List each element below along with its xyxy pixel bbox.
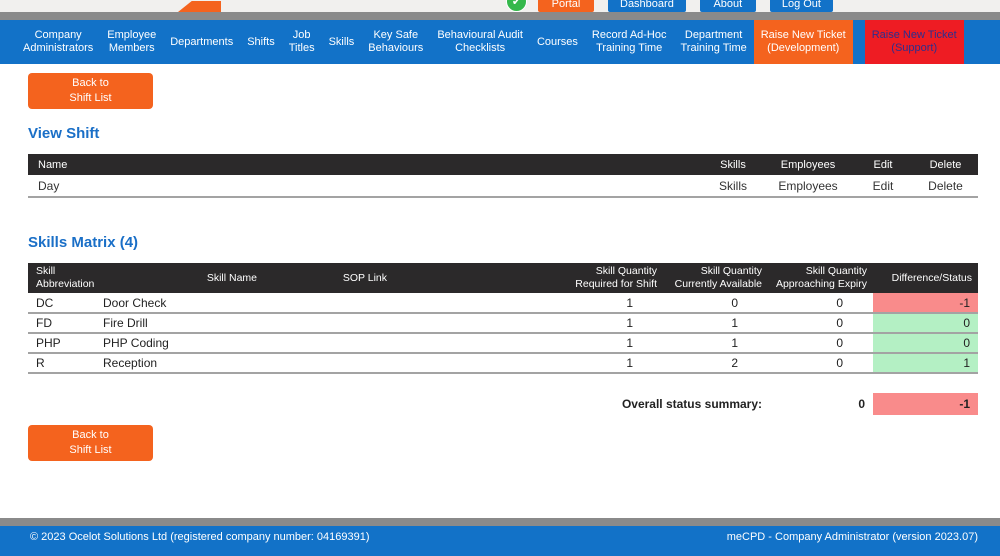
skills-matrix-column-header: Skill Quantity Approaching Expiry [768, 263, 873, 293]
skills-matrix-column-header: Skill Abbreviation [28, 263, 103, 293]
back-to-shift-list-button-top[interactable]: Back to Shift List [28, 73, 153, 109]
skill-abbreviation: R [28, 353, 103, 373]
skills-matrix-header-row: Skill AbbreviationSkill NameSOP LinkSkil… [28, 263, 978, 293]
skills-matrix-column-header: SOP Link [263, 263, 393, 293]
skills-matrix-column-header: Skill Quantity Currently Available [663, 263, 768, 293]
required-quantity: 1 [393, 333, 663, 353]
skill-name: Fire Drill [103, 313, 263, 333]
edit-link[interactable]: Edit [853, 175, 913, 197]
delete-link[interactable]: Delete [913, 175, 978, 197]
portal-button[interactable]: Portal [538, 0, 594, 12]
employees-link[interactable]: Employees [763, 175, 853, 197]
skills-matrix-row: PHPPHP Coding1100 [28, 333, 978, 353]
footer-divider-bar [0, 518, 1000, 526]
status-value: 0 [873, 333, 978, 353]
skill-abbreviation: DC [28, 293, 103, 313]
sop-link [263, 353, 393, 373]
available-quantity: 1 [663, 313, 768, 333]
shift-name: Day [28, 175, 703, 197]
nav-item-skills[interactable]: Skills [322, 20, 362, 64]
skills-matrix-row: DCDoor Check100-1 [28, 293, 978, 313]
main-nav: Company AdministratorsEmployee MembersDe… [0, 20, 1000, 64]
skills-matrix-body: DCDoor Check100-1FDFire Drill1100PHPPHP … [28, 293, 978, 373]
summary-value: 0 [768, 393, 873, 415]
available-quantity: 1 [663, 333, 768, 353]
skills-matrix-row: FDFire Drill1100 [28, 313, 978, 333]
nav-item-company-administrators[interactable]: Company Administrators [16, 20, 100, 64]
required-quantity: 1 [393, 293, 663, 313]
skills-link[interactable]: Skills [703, 175, 763, 197]
skills-matrix-row: RReception1201 [28, 353, 978, 373]
expiring-quantity: 0 [768, 353, 873, 373]
column-header-name: Name [28, 154, 703, 175]
status-value: -1 [873, 293, 978, 313]
footer-bar: © 2023 Ocelot Solutions Ltd (registered … [0, 526, 1000, 556]
summary-row: Overall status summary: 0 -1 [28, 393, 978, 415]
expiring-quantity: 0 [768, 293, 873, 313]
page-content: Back to Shift List View Shift Name Skill… [0, 73, 1000, 461]
column-header-skills: Skills [703, 154, 763, 175]
nav-item-job-titles[interactable]: Job Titles [282, 20, 322, 64]
spacer-row [28, 373, 978, 393]
view-shift-table: Name Skills Employees Edit Delete Day Sk… [28, 154, 978, 198]
skill-name: Door Check [103, 293, 263, 313]
required-quantity: 1 [393, 353, 663, 373]
view-shift-header-row: Name Skills Employees Edit Delete [28, 154, 978, 175]
status-value: 0 [873, 313, 978, 333]
header-divider-bar [0, 12, 1000, 20]
nav-item-courses[interactable]: Courses [530, 20, 585, 64]
about-button[interactable]: About [700, 0, 756, 12]
footer-app-version: meCPD - Company Administrator (version 2… [727, 531, 978, 543]
skills-matrix-column-header: Skill Name [103, 263, 263, 293]
nav-item-departments[interactable]: Departments [163, 20, 240, 64]
nav-item-behavioural-audit-checklists[interactable]: Behavioural Audit Checklists [430, 20, 530, 64]
nav-item-raise-new-ticket-development[interactable]: Raise New Ticket (Development) [754, 20, 853, 64]
topbar-buttons: Portal Dashboard About Log Out [538, 0, 833, 12]
column-header-edit: Edit [853, 154, 913, 175]
shift-row: Day Skills Employees Edit Delete [28, 175, 978, 197]
footer-copyright: © 2023 Ocelot Solutions Ltd (registered … [30, 531, 370, 543]
summary-label: Overall status summary: [28, 393, 768, 415]
skill-name: Reception [103, 353, 263, 373]
summary-status-value: -1 [873, 393, 978, 415]
top-strip: ✔ Portal Dashboard About Log Out [0, 0, 1000, 12]
nav-item-record-ad-hoc-training-time[interactable]: Record Ad-Hoc Training Time [585, 20, 674, 64]
dashboard-button[interactable]: Dashboard [608, 0, 686, 12]
expiring-quantity: 0 [768, 313, 873, 333]
sop-link [263, 333, 393, 353]
footer: © 2023 Ocelot Solutions Ltd (registered … [0, 518, 1000, 556]
skill-abbreviation: FD [28, 313, 103, 333]
view-shift-title: View Shift [28, 125, 978, 142]
skills-matrix-table: Skill AbbreviationSkill NameSOP LinkSkil… [28, 263, 978, 415]
check-circle-icon: ✔ [506, 0, 527, 12]
skills-matrix-column-header: Skill Quantity Required for Shift [393, 263, 663, 293]
expiring-quantity: 0 [768, 333, 873, 353]
log-out-button[interactable]: Log Out [770, 0, 833, 12]
app-logo [178, 1, 221, 12]
nav-item-shifts[interactable]: Shifts [240, 20, 282, 64]
column-header-employees: Employees [763, 154, 853, 175]
nav-item-employee-members[interactable]: Employee Members [100, 20, 163, 64]
nav-item-raise-new-ticket-support[interactable]: Raise New Ticket (Support) [865, 20, 964, 64]
sop-link [263, 293, 393, 313]
skills-matrix-title: Skills Matrix (4) [28, 234, 978, 251]
back-to-shift-list-button-bottom[interactable]: Back to Shift List [28, 425, 153, 461]
skills-matrix-column-header: Difference/Status [873, 263, 978, 293]
status-value: 1 [873, 353, 978, 373]
skill-name: PHP Coding [103, 333, 263, 353]
skill-abbreviation: PHP [28, 333, 103, 353]
nav-item-key-safe-behaviours[interactable]: Key Safe Behaviours [361, 20, 430, 64]
nav-item-department-training-time[interactable]: Department Training Time [674, 20, 754, 64]
sop-link [263, 313, 393, 333]
column-header-delete: Delete [913, 154, 978, 175]
required-quantity: 1 [393, 313, 663, 333]
available-quantity: 2 [663, 353, 768, 373]
available-quantity: 0 [663, 293, 768, 313]
